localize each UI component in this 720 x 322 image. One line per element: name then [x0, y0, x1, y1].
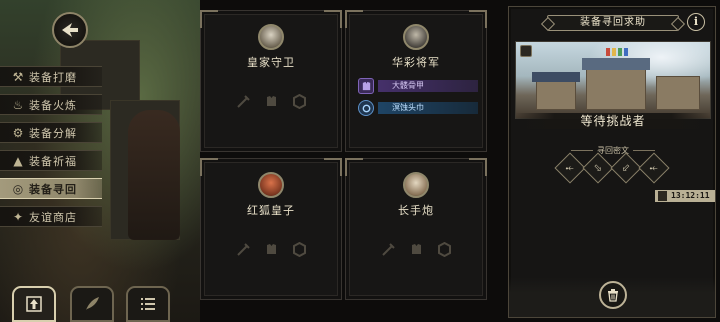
armor-icon	[358, 78, 374, 94]
upload-tab-button[interactable]	[12, 286, 56, 322]
timer-value: 13:12:11	[671, 191, 710, 200]
weapon-slot-icon[interactable]	[235, 93, 251, 109]
equipment-slots	[201, 241, 341, 257]
hero-portrait	[258, 172, 284, 198]
hero-panel-general[interactable]: 华彩将军 大髅骨甲 溟蚀头巾	[345, 10, 487, 152]
menu-item-fire-forge[interactable]: ♨ 装备火炼	[0, 94, 102, 115]
hero-portrait	[403, 24, 429, 50]
rune-1-icon[interactable]: ⤝	[554, 152, 586, 184]
menu-item-label: 装备火炼	[29, 98, 77, 112]
retrieve-icon: ◎	[12, 181, 24, 196]
weapon-slot-icon[interactable]	[380, 241, 396, 257]
info-button[interactable]: i	[687, 13, 705, 31]
fox-shop-icon: ✦	[12, 209, 24, 224]
hero-portrait	[258, 24, 284, 50]
equipped-item-armor[interactable]: 大髅骨甲	[358, 77, 478, 95]
equipment-slots	[201, 93, 341, 109]
armor-slot-icon[interactable]	[263, 241, 279, 257]
helmet-slot-icon[interactable]	[291, 93, 307, 109]
hero-portrait	[403, 172, 429, 198]
hero-name: 皇家守卫	[247, 56, 295, 69]
back-arrow-icon	[62, 23, 78, 37]
list-tab-button[interactable]	[126, 286, 170, 322]
menu-item-label: 装备祈福	[29, 154, 77, 168]
menu-item-label: 装备打磨	[29, 70, 77, 84]
hero-name: 华彩将军	[392, 56, 440, 69]
armor-slot-icon[interactable]	[263, 93, 279, 109]
hero-panel-long-cannon[interactable]: 长手炮	[345, 158, 487, 300]
rune-section-label: 寻回密文	[565, 145, 661, 156]
equipped-item-label: 溟蚀头巾	[378, 102, 478, 114]
list-icon	[141, 298, 155, 310]
equipped-item-helmet[interactable]: 溟蚀头巾	[358, 99, 478, 117]
equipment-slots	[346, 241, 486, 257]
menu-item-pray[interactable]: ▲ 装备祈福	[0, 150, 102, 171]
town-illustration	[515, 41, 711, 119]
bookmark-icon	[520, 45, 532, 57]
hero-panel-royal-guard[interactable]: 皇家守卫	[200, 10, 342, 152]
hero-name: 红狐皇子	[247, 204, 295, 217]
equipped-item-label: 大髅骨甲	[378, 80, 478, 92]
equipped-items: 大髅骨甲 溟蚀头巾	[358, 77, 478, 121]
menu-item-friend-shop[interactable]: ✦ 友谊商店	[0, 206, 102, 227]
status-text: 等待挑战者	[515, 113, 711, 129]
helmet-icon	[358, 100, 374, 116]
rune-list: ⤝ ⬂ ⬃ ⤝	[554, 152, 670, 184]
hero-name: 长手炮	[398, 204, 434, 217]
upload-icon	[26, 296, 42, 312]
side-menu: ⚒ 装备打磨 ♨ 装备火炼 ⚙ 装备分解 ▲ 装备祈福 ◎ 装备寻回 ✦ 友谊商…	[0, 66, 102, 234]
disassemble-icon: ⚙	[12, 125, 24, 140]
menu-item-label: 友谊商店	[29, 210, 77, 224]
helmet-slot-icon[interactable]	[291, 241, 307, 257]
hammer-icon: ⚒	[12, 69, 24, 84]
menu-item-label: 装备分解	[29, 126, 77, 140]
back-button[interactable]	[52, 12, 88, 48]
character-figure	[128, 110, 180, 240]
delete-button[interactable]	[599, 281, 627, 309]
rune-4-icon[interactable]: ⤝	[638, 152, 670, 184]
menu-item-disassemble[interactable]: ⚙ 装备分解	[0, 122, 102, 143]
menu-item-retrieve[interactable]: ◎ 装备寻回	[0, 178, 102, 199]
helmet-slot-icon[interactable]	[436, 241, 452, 257]
feather-icon	[86, 297, 99, 310]
feather-tab-button[interactable]	[70, 286, 114, 322]
pray-icon: ▲	[13, 153, 23, 168]
weapon-slot-icon[interactable]	[235, 241, 251, 257]
hero-panel-red-fox[interactable]: 红狐皇子	[200, 158, 342, 300]
retrieve-help-panel: 装备寻回求助 i 等待挑战者 寻回密文 ⤝ ⬂ ⬃ ⤝ 13:12:11	[508, 6, 716, 318]
menu-item-label: 装备寻回	[29, 182, 77, 196]
flame-icon: ♨	[12, 97, 24, 112]
armor-slot-icon[interactable]	[408, 241, 424, 257]
hourglass-icon	[658, 191, 667, 201]
rune-2-icon[interactable]: ⬂	[582, 152, 614, 184]
countdown-timer: 13:12:11	[655, 190, 715, 202]
panel-title: 装备寻回求助	[547, 15, 679, 31]
trash-icon	[608, 289, 618, 302]
menu-item-polish[interactable]: ⚒ 装备打磨	[0, 66, 102, 87]
rune-3-icon[interactable]: ⬃	[610, 152, 642, 184]
